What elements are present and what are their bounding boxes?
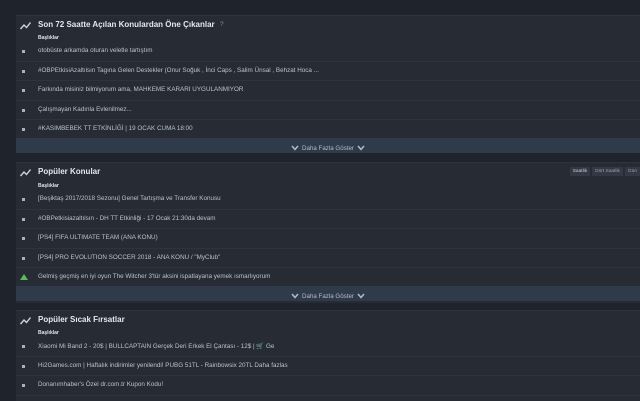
trending-up-icon: [20, 317, 31, 325]
topic-link[interactable]: Farkında misiniz bilmiyorum ama, MAHKEME…: [38, 86, 243, 93]
bullet-icon: [22, 128, 25, 131]
bullet-icon: [22, 108, 25, 112]
panel-title: Popüler Konular: [38, 167, 101, 176]
list-item[interactable]: Çalışmayan Kadınla Evlenilmez...: [16, 101, 640, 120]
column-header: Başlıklar: [38, 330, 59, 336]
bullet-icon: [22, 50, 25, 53]
bullet-icon: [22, 345, 25, 348]
tab-hourly[interactable]: Saatlik: [569, 167, 591, 176]
trending-72h-panel: Son 72 Saatte Açılan Konulardan Öne Çıka…: [16, 15, 640, 153]
topic-link[interactable]: [PS4] PRO EVOLUTION SOCCER 2018 - ANA KO…: [38, 254, 220, 261]
topic-link[interactable]: otobüste arkamda oturan veletle tartıştı…: [38, 47, 152, 54]
bullet-icon: [22, 198, 25, 201]
list-item[interactable]: [Beşiktaş 2017/2018 Sezonu] Genel Tartış…: [16, 190, 640, 210]
list-item[interactable]: Xiaomi Mi Band 2 - 20$ | BULLCAPTAIN Ger…: [16, 337, 640, 357]
help-icon[interactable]: ?: [220, 21, 224, 28]
bullet-icon: [22, 237, 25, 240]
list-item[interactable]: Donanımhaber's Özel dr.com.tr Kupon Kodu…: [16, 376, 640, 396]
bullet-icon: [22, 384, 25, 387]
popular-deals-panel: Popüler Sıcak Fırsatlar Başlıklar Xiaomi…: [16, 310, 640, 401]
chevron-down-icon: [357, 293, 365, 299]
deal-link[interactable]: Donanımhaber's Özel dr.com.tr Kupon Kodu…: [38, 381, 163, 388]
show-more-label: Daha Fazla Göster: [302, 292, 354, 300]
chevron-down-icon: [357, 145, 365, 151]
topic-link[interactable]: #KASIMBEBEK TT ETKİNLİĞİ | 19 OCAK CUMA …: [38, 125, 193, 132]
topic-link[interactable]: Çalışmayan Kadınla Evlenilmez...: [38, 106, 132, 113]
deal-link[interactable]: Hi2Games.com | Haftalık indirimler yenil…: [38, 362, 288, 369]
time-range-tabs: Saatlik Dört Saatlik Gün: [569, 167, 640, 176]
show-more-button[interactable]: Daha Fazla Göster: [16, 286, 640, 301]
chevron-down-icon: [291, 145, 299, 151]
topic-link[interactable]: [PS4] FIFA ULTIMATE TEAM (ANA KONU): [38, 234, 158, 241]
deal-link[interactable]: Xiaomi Mi Band 2 - 20$ | BULLCAPTAIN Ger…: [38, 342, 274, 350]
tab-daily[interactable]: Gün: [624, 167, 640, 176]
topic-link[interactable]: Gelmiş geçmiş en iyi oyun The Witcher 3'…: [38, 273, 270, 280]
list-item[interactable]: [PS4] FIFA ULTIMATE TEAM (ANA KONU): [16, 229, 640, 249]
topic-link[interactable]: #OBPetkisiazaltılsın - DH TT Etkinliği -…: [38, 215, 216, 222]
popular-topics-panel: Popüler Konular Saatlik Dört Saatlik Gün…: [16, 162, 640, 303]
bullet-icon: [22, 89, 25, 92]
show-more-label: Daha Fazla Göster: [302, 144, 354, 152]
topic-link[interactable]: #OBPEtkisiAzaltılsın Tagına Gelen Destek…: [38, 67, 319, 74]
bullet-icon: [22, 364, 25, 368]
list-item[interactable]: Farkında misiniz bilmiyorum ama, MAHKEME…: [16, 81, 640, 101]
list-item[interactable]: #OBPetkisiazaltılsın - DH TT Etkinliği -…: [16, 210, 640, 229]
column-header: Başlıklar: [38, 183, 59, 189]
list-item[interactable]: #OBPEtkisiAzaltılsın Tagına Gelen Destek…: [16, 62, 640, 81]
tab-four-hourly[interactable]: Dört Saatlik: [592, 167, 623, 176]
panel-title: Son 72 Saatte Açılan Konulardan Öne Çıka…: [38, 20, 215, 29]
panel-header: Popüler Sıcak Fırsatlar: [16, 311, 640, 329]
panel-header: Popüler Konular Saatlik Dört Saatlik Gün: [16, 163, 640, 181]
topic-link[interactable]: [Beşiktaş 2017/2018 Sezonu] Genel Tartış…: [38, 195, 221, 202]
show-more-button[interactable]: Daha Fazla Göster: [16, 138, 640, 153]
bullet-icon: [22, 69, 25, 73]
panel-header: Son 72 Saatte Açılan Konulardan Öne Çıka…: [16, 16, 640, 34]
list-item[interactable]: otobüste arkamda oturan veletle tartıştı…: [16, 42, 640, 62]
list-item[interactable]: Gelmiş geçmiş en iyi oyun The Witcher 3'…: [16, 268, 640, 288]
trending-up-icon: [20, 22, 31, 30]
column-header: Başlıklar: [38, 35, 59, 41]
rising-arrow-icon: [20, 274, 28, 280]
chevron-down-icon: [291, 293, 299, 299]
list-item[interactable]: #KASIMBEBEK TT ETKİNLİĞİ | 19 OCAK CUMA …: [16, 120, 640, 140]
list-item[interactable]: Hi2Games.com | Haftalık indirimler yenil…: [16, 357, 640, 376]
bullet-icon: [22, 256, 25, 260]
panel-title: Popüler Sıcak Fırsatlar: [38, 315, 125, 324]
list-item[interactable]: [PS4] PRO EVOLUTION SOCCER 2018 - ANA KO…: [16, 249, 640, 268]
bullet-icon: [22, 217, 25, 221]
trending-up-icon: [20, 169, 31, 177]
